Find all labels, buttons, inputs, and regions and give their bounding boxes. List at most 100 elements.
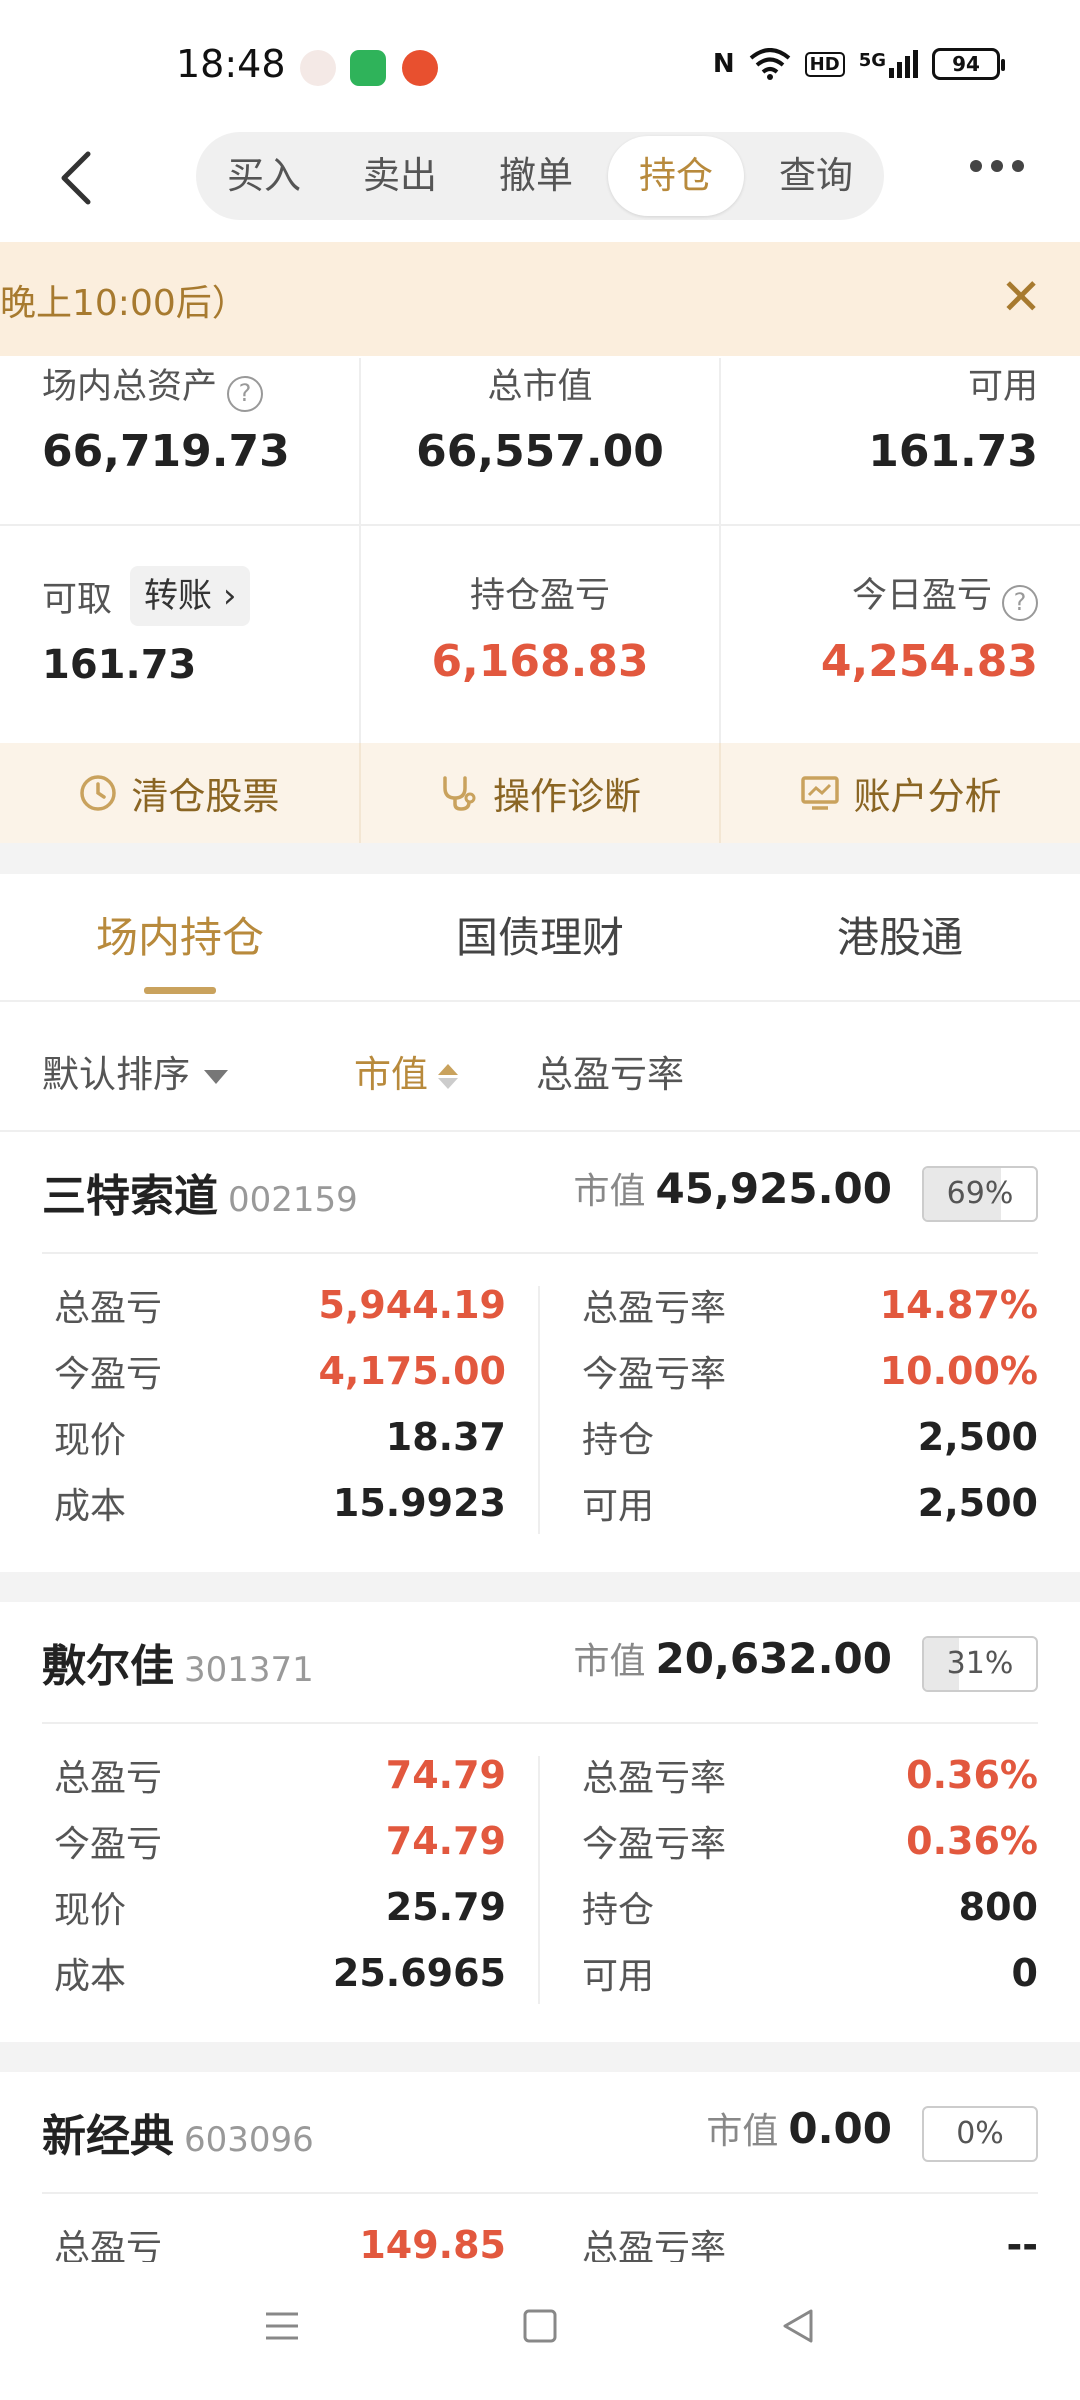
tab-buy[interactable]: 买入	[196, 136, 332, 216]
help-icon[interactable]: ?	[1002, 584, 1038, 621]
holding-market-value: 市值 45,925.00	[574, 1162, 893, 1214]
detail-label: 总盈亏率	[582, 2228, 727, 2262]
section-gap	[0, 1572, 1080, 1602]
menu-icon	[266, 2312, 298, 2340]
weight-badge: 69%	[922, 1166, 1038, 1222]
chevron-left-icon	[61, 151, 91, 205]
account-analysis-label: 账户分析	[853, 775, 1002, 818]
holding-card[interactable]: 新经典 603096 市值 0.00 0% 总盈亏 149.85 总盈亏率 --	[0, 2072, 1080, 2262]
wifi-icon	[749, 48, 790, 80]
more-button[interactable]	[970, 160, 1024, 172]
sort-arrows-icon	[438, 1064, 458, 1089]
total-pl-value: 74.79	[385, 1753, 506, 1797]
help-icon[interactable]: ?	[227, 375, 264, 412]
today-pl-rate-value: 10.00%	[879, 1349, 1038, 1393]
clear-stock-button[interactable]: 清仓股票	[0, 743, 361, 843]
available-value: 161.73	[868, 426, 1038, 477]
divider	[42, 1252, 1038, 1254]
tab-cancel[interactable]: 撤单	[468, 136, 604, 216]
shield-app-icon	[350, 50, 386, 86]
details-left: 总盈亏 149.85	[54, 2212, 506, 2262]
weight-text: 31%	[946, 1646, 1014, 1681]
sort-total-pl-rate[interactable]: 总盈亏率	[536, 1044, 684, 1098]
market-value-cell: 总市值 66,557.00	[360, 358, 720, 477]
available-label: 可用	[967, 367, 1038, 407]
cost-value: 15.9923	[332, 1481, 506, 1525]
detail-label: 持仓	[582, 1890, 655, 1931]
tab-positions[interactable]: 持仓	[608, 136, 744, 216]
mv-label: 市值	[573, 1641, 646, 1682]
today-pl-value: 74.79	[385, 1819, 506, 1863]
chevron-right-icon: ›	[222, 576, 237, 616]
detail-row: 现价 25.79	[54, 1874, 506, 1940]
section-gap	[0, 843, 1080, 874]
more-dot	[991, 160, 1003, 172]
today-pl-value: 4,254.83	[820, 636, 1038, 687]
tab-hk-connect[interactable]: 港股通	[720, 874, 1080, 1000]
triangle-back-icon	[783, 2309, 813, 2343]
detail-label: 今盈亏	[54, 1824, 163, 1865]
detail-label: 总盈亏率	[582, 1758, 727, 1799]
holding-market-value: 市值 0.00	[706, 2102, 892, 2154]
detail-label: 今盈亏	[54, 1354, 163, 1395]
detail-row: 今盈亏 4,175.00	[54, 1338, 506, 1404]
sort-default-label: 默认排序	[42, 1053, 190, 1096]
tab-onsite-positions[interactable]: 场内持仓	[0, 874, 360, 1000]
holding-card[interactable]: 三特索道 002159 市值 45,925.00 69% 总盈亏 5,944.19 今…	[0, 1132, 1080, 1572]
detail-row: 总盈亏率 0.36%	[582, 1742, 1038, 1808]
detail-label: 今盈亏率	[582, 1824, 727, 1865]
details-right: 总盈亏率 0.36% 今盈亏率 0.36% 持仓 800 可用 0	[582, 1742, 1038, 2006]
position-value: 2,500	[917, 1415, 1038, 1459]
detail-row: 总盈亏 74.79	[54, 1742, 506, 1808]
holding-market-value: 市值 20,632.00	[574, 1632, 893, 1684]
detail-row: 今盈亏率 10.00%	[582, 1338, 1038, 1404]
market-value-value: 66,557.00	[416, 426, 664, 477]
back-nav-button[interactable]	[778, 2306, 818, 2350]
holding-tabs: 场内持仓 国债理财 港股通	[0, 874, 1080, 1002]
total-assets-cell: 场内总资产? 66,719.73	[42, 358, 402, 477]
price-value: 25.79	[385, 1885, 506, 1929]
notice-text: 晚上10:00后）	[0, 283, 248, 324]
tab-treasury[interactable]: 国债理财	[360, 874, 720, 1000]
today-pl-value: 4,175.00	[318, 1349, 506, 1393]
position-value: 800	[958, 1885, 1038, 1929]
tab-query[interactable]: 查询	[748, 136, 884, 216]
available-value: 0	[1011, 1951, 1038, 1995]
chart-monitor-icon	[800, 776, 839, 810]
transfer-button[interactable]: 转账 ›	[130, 566, 251, 626]
holding-card[interactable]: 敷尔佳 301371 市值 20,632.00 31% 总盈亏 74.79 今盈亏 74…	[0, 1602, 1080, 2042]
sort-default[interactable]: 默认排序	[42, 1044, 228, 1098]
notice-banner[interactable]: 晚上10:00后） ✕	[0, 242, 1080, 356]
back-button[interactable]	[56, 148, 116, 218]
mv-value: 0.00	[788, 2104, 892, 2153]
stock-name-text: 新经典	[42, 2111, 174, 2162]
menu-nav-button[interactable]	[262, 2306, 302, 2350]
detail-row: 总盈亏率 14.87%	[582, 1272, 1038, 1338]
position-pl-value: 6,168.83	[431, 636, 649, 687]
weight-text: 0%	[956, 2116, 1004, 2151]
stock-name: 三特索道 002159	[42, 1160, 358, 1224]
withdrawable-value: 161.73	[42, 642, 197, 688]
home-nav-button[interactable]	[520, 2306, 560, 2350]
detail-label: 总盈亏	[54, 1758, 163, 1799]
total-pl-rate-value: 14.87%	[879, 1283, 1038, 1327]
today-pl-rate-value: 0.36%	[906, 1819, 1038, 1863]
close-icon[interactable]: ✕	[1000, 272, 1042, 322]
diagnosis-button[interactable]: 操作诊断	[361, 743, 722, 843]
detail-label: 现价	[54, 1420, 127, 1461]
stock-code: 002159	[228, 1180, 358, 1220]
sort-market-value[interactable]: 市值	[354, 1044, 458, 1098]
detail-row: 总盈亏 149.85	[54, 2212, 506, 2262]
stethoscope-icon	[443, 776, 476, 811]
stock-name: 新经典 603096	[42, 2100, 314, 2164]
total-assets-value: 66,719.73	[42, 426, 290, 477]
account-analysis-button[interactable]: 账户分析	[721, 743, 1080, 843]
tab-sell[interactable]: 卖出	[332, 136, 468, 216]
divider	[538, 1286, 540, 1534]
mv-value: 45,925.00	[655, 1164, 892, 1213]
status-time: 18:48	[176, 42, 286, 86]
weight-badge: 0%	[922, 2106, 1038, 2162]
detail-row: 今盈亏 74.79	[54, 1808, 506, 1874]
clear-stock-label: 清仓股票	[131, 775, 280, 818]
position-pl-label: 持仓盈亏	[469, 576, 610, 616]
